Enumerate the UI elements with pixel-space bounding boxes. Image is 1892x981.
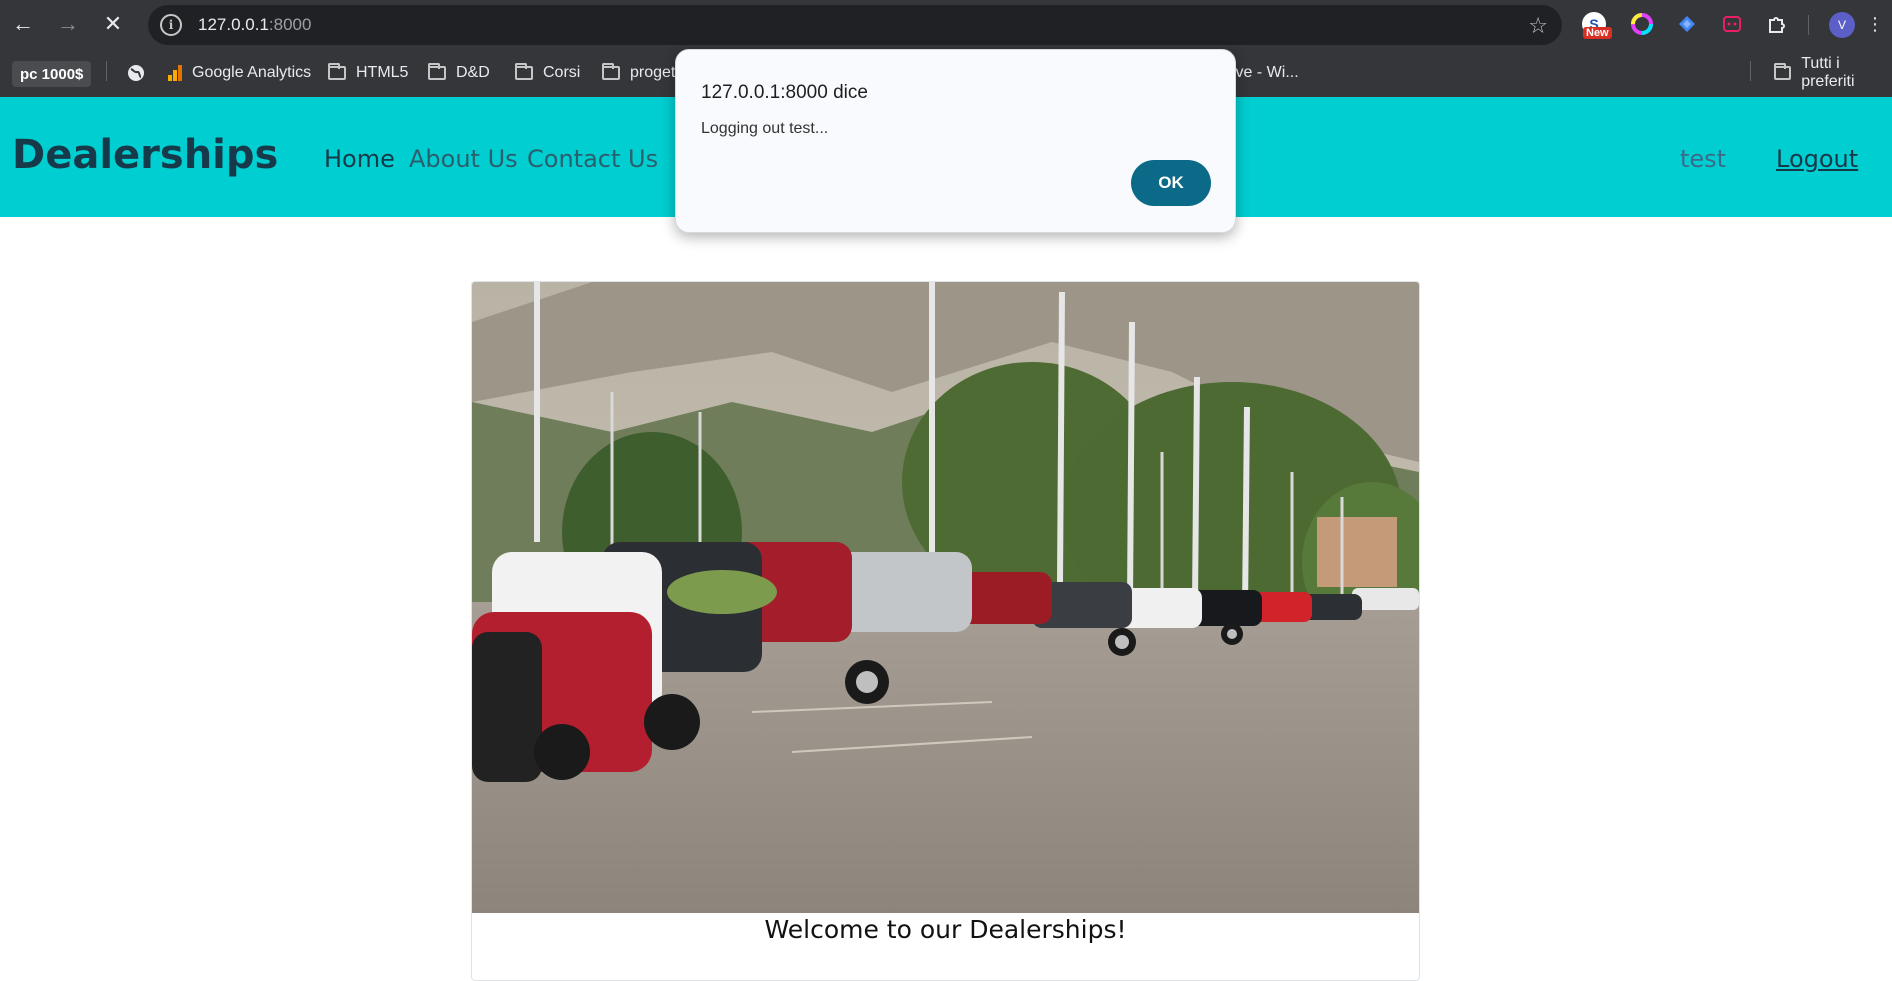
new-badge: New <box>1583 27 1612 39</box>
bookmark-folder-corsi[interactable]: Corsi <box>515 61 580 85</box>
folder-icon <box>1774 63 1792 80</box>
ok-button[interactable]: OK <box>1131 160 1211 206</box>
site-info-icon[interactable]: i <box>160 14 182 36</box>
profile-avatar[interactable]: V <box>1829 12 1855 38</box>
extensions-puzzle-icon[interactable] <box>1763 10 1791 38</box>
bookmark-folder-proget[interactable]: proget <box>602 61 675 85</box>
folder-icon <box>328 63 346 80</box>
url-text[interactable]: 127.0.0.1:8000 <box>198 15 311 35</box>
nav-about-us[interactable]: About Us <box>409 145 518 173</box>
welcome-card: Welcome to our Dealerships! <box>471 281 1420 981</box>
extension-pink-icon[interactable] <box>1718 10 1746 38</box>
welcome-heading: Welcome to our Dealerships! <box>764 915 1127 944</box>
nav-contact-us[interactable]: Contact Us <box>527 145 658 173</box>
globe-bookmark-icon[interactable] <box>126 61 146 85</box>
user-name: test <box>1680 145 1727 173</box>
address-bar[interactable]: i 127.0.0.1:8000 ☆ <box>148 5 1562 45</box>
forward-icon[interactable]: → <box>51 7 85 41</box>
toolbar-separator <box>1808 15 1809 35</box>
browser-toolbar: ← → ✕ i 127.0.0.1:8000 ☆ S New V ⋮ <box>0 0 1892 49</box>
back-icon[interactable]: ← <box>6 7 40 41</box>
alert-dialog: 127.0.0.1:8000 dice Logging out test... … <box>675 49 1236 233</box>
nav-home[interactable]: Home <box>324 145 395 173</box>
dialog-title: 127.0.0.1:8000 dice <box>701 82 868 103</box>
bookmarks-separator <box>106 61 107 81</box>
bookmarks-separator <box>1750 61 1751 81</box>
brand-title[interactable]: Dealerships <box>12 132 278 178</box>
dialog-message: Logging out test... <box>701 120 829 137</box>
bookmark-folder-dnd[interactable]: D&D <box>428 61 490 85</box>
color-wheel-extension-icon[interactable] <box>1628 10 1656 38</box>
bookmark-folder-all[interactable]: Tutti i preferiti <box>1774 55 1892 90</box>
bookmark-google-analytics[interactable]: Google Analytics <box>166 61 311 85</box>
folder-icon <box>428 63 446 80</box>
extension-diamond-icon[interactable] <box>1673 10 1701 38</box>
folder-icon <box>515 63 533 80</box>
bookmark-pc-1000[interactable]: pc 1000$ <box>12 61 92 87</box>
menu-kebab-icon[interactable]: ⋮ <box>1866 10 1884 38</box>
bookmark-folder-html5[interactable]: HTML5 <box>328 61 408 85</box>
stop-loading-icon[interactable]: ✕ <box>96 7 130 41</box>
bookmark-star-icon[interactable]: ☆ <box>1528 13 1548 39</box>
folder-icon <box>602 63 620 80</box>
dealership-lot-photo <box>472 282 1419 913</box>
bookmark-wiki[interactable]: ive - Wi... <box>1232 61 1299 85</box>
logout-link[interactable]: Logout <box>1776 145 1858 173</box>
analytics-icon <box>168 65 182 81</box>
